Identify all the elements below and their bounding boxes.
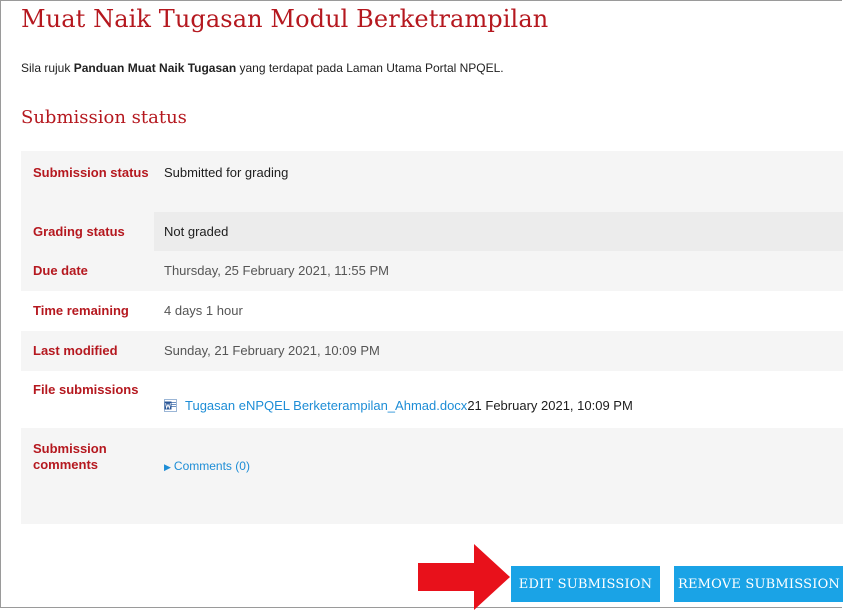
- row-grading-status: Grading status Not graded: [21, 212, 843, 251]
- value-time-remaining: 4 days 1 hour: [154, 291, 843, 331]
- remove-submission-button[interactable]: REMOVE SUBMISSION: [674, 566, 843, 602]
- value-due-date: Thursday, 25 February 2021, 11:55 PM: [154, 251, 843, 291]
- edit-submission-button[interactable]: EDIT SUBMISSION: [511, 566, 660, 602]
- row-file-submissions: File submissions Tugasan eNPQEL Berketer…: [21, 371, 843, 428]
- intro-bold: Panduan Muat Naik Tugasan: [73, 61, 237, 75]
- label-grading-status: Grading status: [21, 212, 154, 251]
- row-submission-status: Submission status Submitted for grading: [21, 151, 843, 212]
- row-submission-comments: Submission comments ▶ Comments (0): [21, 428, 843, 524]
- comments-link[interactable]: Comments (0): [174, 459, 250, 473]
- label-time-remaining: Time remaining: [21, 291, 154, 331]
- value-submission-comments: ▶ Comments (0): [154, 428, 843, 524]
- row-time-remaining: Time remaining 4 days 1 hour: [21, 291, 843, 331]
- label-last-modified: Last modified: [21, 331, 154, 371]
- intro-post: yang terdapat pada Laman Utama Portal NP…: [236, 61, 504, 75]
- page-title: Muat Naik Tugasan Modul Berketrampilan: [21, 5, 549, 33]
- label-due-date: Due date: [21, 251, 154, 291]
- submission-status-table: Submission status Submitted for grading …: [21, 151, 843, 524]
- page-frame: Muat Naik Tugasan Modul Berketrampilan S…: [0, 0, 843, 610]
- file-date: 21 February 2021, 10:09 PM: [467, 398, 633, 413]
- label-submission-status: Submission status: [21, 151, 154, 212]
- value-file-submissions: Tugasan eNPQEL Berketerampilan_Ahmad.doc…: [154, 371, 843, 428]
- word-doc-icon: [164, 399, 177, 412]
- value-last-modified: Sunday, 21 February 2021, 10:09 PM: [154, 331, 843, 371]
- label-submission-comments: Submission comments: [21, 428, 154, 524]
- section-title: Submission status: [21, 107, 187, 128]
- value-grading-status: Not graded: [154, 212, 843, 251]
- file-link[interactable]: Tugasan eNPQEL Berketerampilan_Ahmad.doc…: [185, 398, 467, 413]
- row-last-modified: Last modified Sunday, 21 February 2021, …: [21, 331, 843, 371]
- expand-caret-icon[interactable]: ▶: [164, 462, 171, 472]
- arrow-right-icon: [418, 544, 510, 610]
- label-file-submissions: File submissions: [21, 371, 154, 428]
- intro-pre: Sila rujuk: [21, 61, 74, 75]
- intro-text: Sila rujuk Panduan Muat Naik Tugasan yan…: [21, 61, 504, 75]
- row-due-date: Due date Thursday, 25 February 2021, 11:…: [21, 251, 843, 291]
- value-submission-status: Submitted for grading: [154, 151, 843, 212]
